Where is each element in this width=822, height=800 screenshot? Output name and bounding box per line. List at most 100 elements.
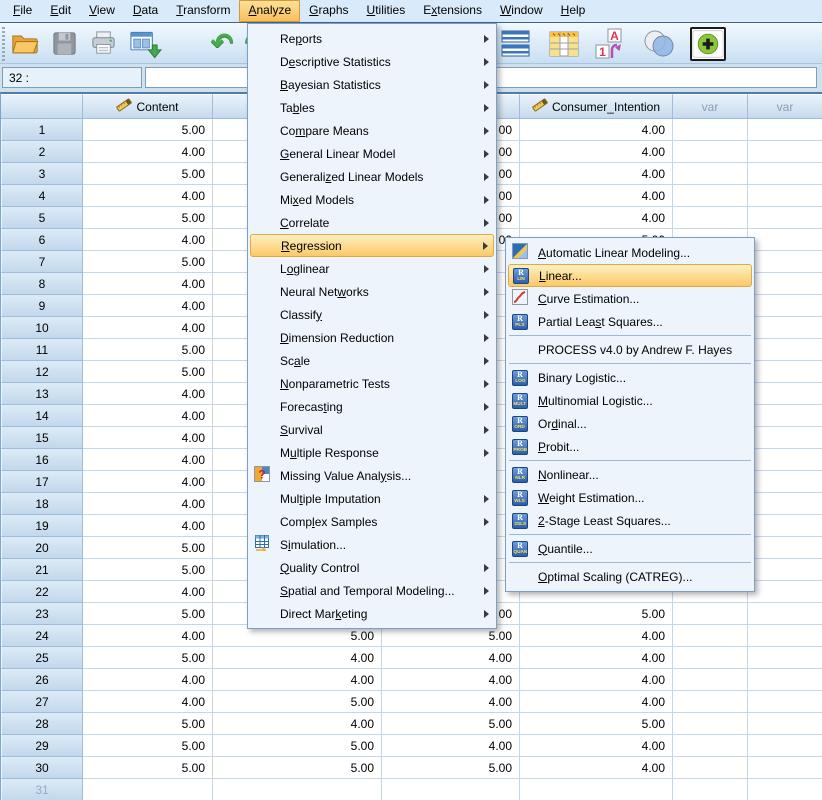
data-cell[interactable]: 4.00 (213, 669, 382, 691)
data-cell[interactable]: 4.00 (520, 691, 673, 713)
data-cell[interactable] (748, 713, 822, 735)
row-number[interactable]: 10 (1, 317, 83, 339)
data-cell[interactable] (673, 119, 748, 141)
data-cell[interactable] (748, 647, 822, 669)
data-cell[interactable] (673, 647, 748, 669)
data-cell[interactable]: 5.00 (83, 339, 213, 361)
recall-dialogs-icon[interactable] (129, 29, 162, 59)
data-cell[interactable] (748, 559, 822, 581)
data-cell[interactable]: 4.00 (83, 669, 213, 691)
data-cell[interactable] (748, 537, 822, 559)
data-cell[interactable] (748, 449, 822, 471)
menu-file[interactable]: File (4, 0, 41, 22)
data-cell[interactable]: 5.00 (382, 713, 520, 735)
analyze-item-simulation[interactable]: Simulation... (250, 533, 494, 556)
data-cell[interactable]: 5.00 (520, 603, 673, 625)
menu-graphs[interactable]: Graphs (300, 0, 357, 22)
row-number[interactable]: 21 (1, 559, 83, 581)
menu-analyze[interactable]: Analyze (239, 0, 300, 22)
data-cell[interactable] (748, 163, 822, 185)
data-cell[interactable]: 4.00 (83, 273, 213, 295)
data-cell[interactable]: 5.00 (83, 757, 213, 779)
data-cell[interactable] (673, 713, 748, 735)
analyze-item-spatial-and-temporal-modeling[interactable]: Spatial and Temporal Modeling... (250, 579, 494, 602)
regression-item-multinomial-logistic[interactable]: RMULTMultinomial Logistic... (508, 389, 752, 412)
row-number[interactable]: 28 (1, 713, 83, 735)
row-number[interactable]: 15 (1, 427, 83, 449)
data-cell[interactable]: 4.00 (213, 647, 382, 669)
data-cell[interactable]: 5.00 (83, 713, 213, 735)
regression-item-ordinal[interactable]: RORDOrdinal... (508, 412, 752, 435)
data-cell[interactable]: 4.00 (520, 669, 673, 691)
row-number[interactable]: 23 (1, 603, 83, 625)
row-number[interactable]: 30 (1, 757, 83, 779)
data-cell[interactable]: 5.00 (213, 735, 382, 757)
analyze-item-mixed-models[interactable]: Mixed Models (250, 188, 494, 211)
row-number[interactable]: 11 (1, 339, 83, 361)
data-cell[interactable] (213, 779, 382, 800)
data-cell[interactable] (748, 515, 822, 537)
data-cell[interactable] (748, 317, 822, 339)
data-cell[interactable]: 5.00 (83, 163, 213, 185)
menu-view[interactable]: View (80, 0, 124, 22)
data-cell[interactable]: 5.00 (83, 361, 213, 383)
data-cell[interactable]: 5.00 (83, 647, 213, 669)
analyze-item-loglinear[interactable]: Loglinear (250, 257, 494, 280)
data-cell[interactable]: 4.00 (83, 427, 213, 449)
column-header-consumer-intention[interactable]: Consumer_Intention (520, 94, 673, 119)
undo-icon[interactable]: ↶ (211, 30, 234, 57)
regression-item-quantile[interactable]: RQUANQuantile... (508, 537, 752, 560)
data-cell[interactable]: 4.00 (520, 207, 673, 229)
analyze-item-multiple-response[interactable]: Multiple Response (250, 441, 494, 464)
data-cell[interactable] (673, 163, 748, 185)
row-number[interactable]: 14 (1, 405, 83, 427)
analyze-item-regression[interactable]: Regression (250, 234, 494, 257)
analyze-item-tables[interactable]: Tables (250, 96, 494, 119)
data-cell[interactable] (748, 273, 822, 295)
data-cell[interactable]: 5.00 (83, 251, 213, 273)
row-number[interactable]: 18 (1, 493, 83, 515)
data-cell[interactable]: 4.00 (83, 141, 213, 163)
row-number[interactable]: 5 (1, 207, 83, 229)
data-cell[interactable] (748, 581, 822, 603)
data-cell[interactable]: 4.00 (83, 449, 213, 471)
data-cell[interactable] (748, 625, 822, 647)
data-cell[interactable]: 4.00 (83, 317, 213, 339)
data-cell[interactable]: 4.00 (520, 185, 673, 207)
row-number[interactable]: 29 (1, 735, 83, 757)
regression-item-curve-estimation[interactable]: Curve Estimation... (508, 287, 752, 310)
regression-item-automatic-linear-modeling[interactable]: Automatic Linear Modeling... (508, 241, 752, 264)
analyze-item-bayesian-statistics[interactable]: Bayesian Statistics (250, 73, 494, 96)
data-cell[interactable]: 4.00 (213, 713, 382, 735)
data-cell[interactable] (748, 603, 822, 625)
regression-item-2-stage-least-squares[interactable]: R2SLS2-Stage Least Squares... (508, 509, 752, 532)
data-cell[interactable] (520, 779, 673, 800)
save-icon[interactable] (51, 30, 78, 57)
data-cell[interactable] (382, 779, 520, 800)
data-cell[interactable]: 4.00 (83, 295, 213, 317)
data-cell[interactable] (83, 779, 213, 800)
column-header-var[interactable]: var (673, 94, 748, 119)
analyze-item-nonparametric-tests[interactable]: Nonparametric Tests (250, 372, 494, 395)
data-cell[interactable] (748, 339, 822, 361)
toolbar-drag-handle[interactable] (2, 27, 5, 61)
data-cell[interactable] (673, 779, 748, 800)
data-cell[interactable] (748, 229, 822, 251)
analyze-item-quality-control[interactable]: Quality Control (250, 556, 494, 579)
data-cell[interactable] (748, 493, 822, 515)
menu-help[interactable]: Help (552, 0, 595, 22)
data-cell[interactable]: 5.00 (83, 603, 213, 625)
data-cell[interactable]: 5.00 (382, 757, 520, 779)
data-cell[interactable]: 4.00 (83, 405, 213, 427)
data-cell[interactable]: 4.00 (83, 493, 213, 515)
row-number[interactable]: 7 (1, 251, 83, 273)
analyze-item-direct-marketing[interactable]: Direct Marketing (250, 602, 494, 625)
analyze-item-reports[interactable]: Reports (250, 27, 494, 50)
analyze-item-neural-networks[interactable]: Neural Networks (250, 280, 494, 303)
analyze-item-complex-samples[interactable]: Complex Samples (250, 510, 494, 533)
row-number[interactable]: 6 (1, 229, 83, 251)
data-cell[interactable] (673, 603, 748, 625)
data-cell[interactable] (748, 185, 822, 207)
data-cell[interactable] (748, 361, 822, 383)
data-cell[interactable] (673, 669, 748, 691)
